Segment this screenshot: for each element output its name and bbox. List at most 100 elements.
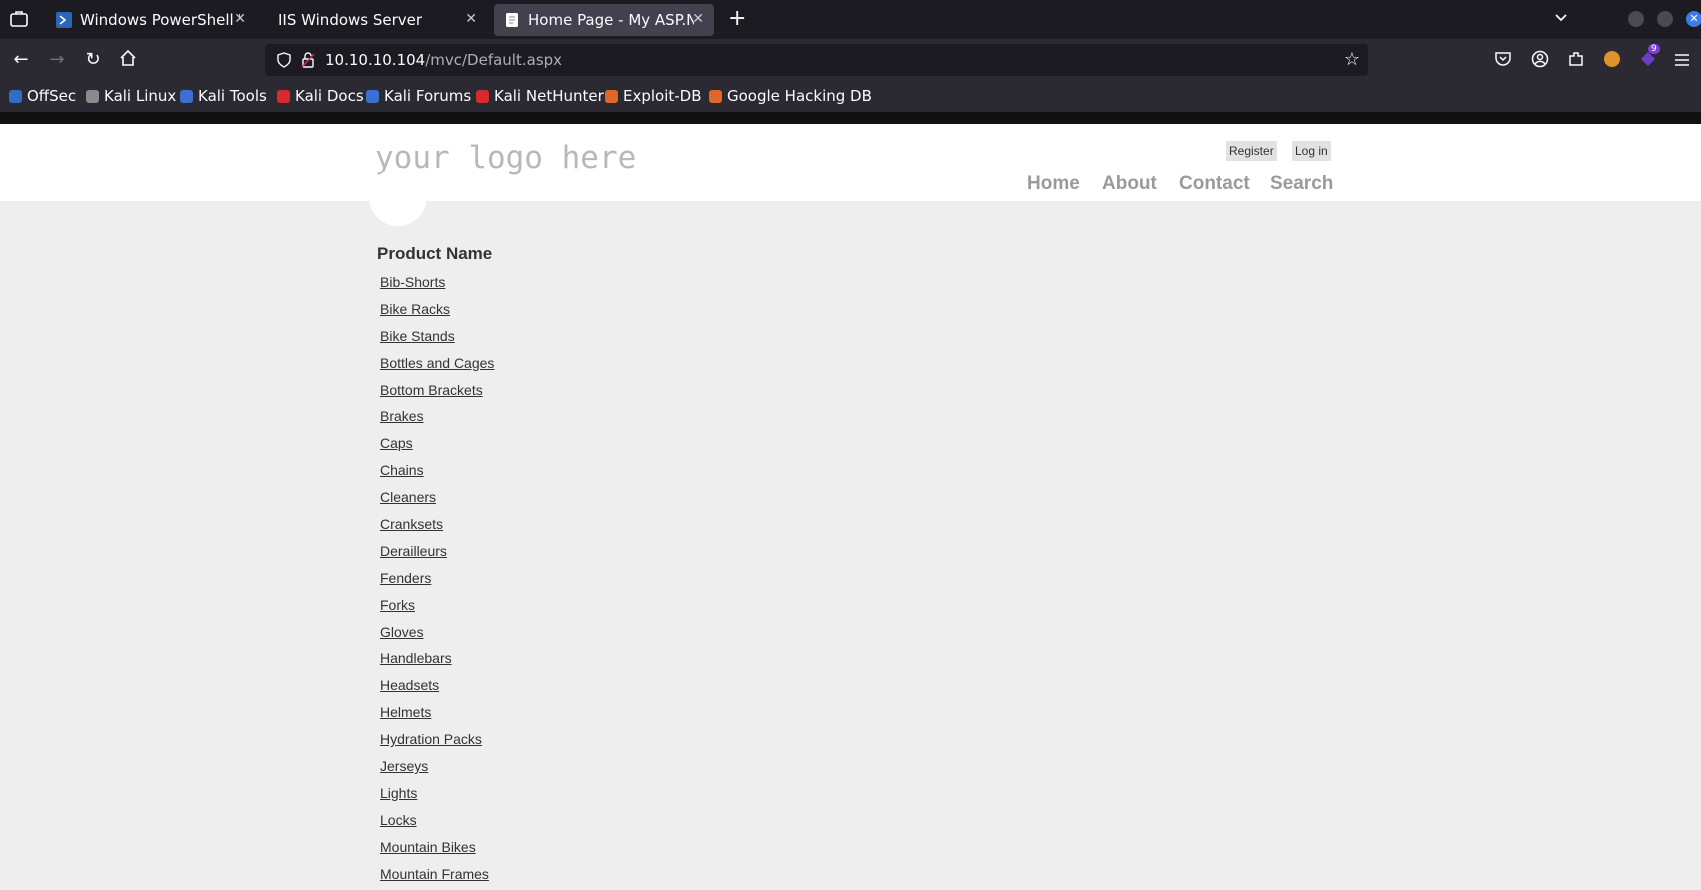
bookmark-kali-docs[interactable]: Kali Docs (277, 87, 364, 105)
bookmark-kali-tools[interactable]: Kali Tools (180, 87, 267, 105)
list-tabs-icon[interactable] (1553, 9, 1569, 29)
product-category-link[interactable]: Headsets (380, 677, 439, 693)
list-item: Headsets (380, 675, 494, 702)
product-category-link[interactable]: Cleaners (380, 489, 436, 505)
list-item: Mountain Frames (380, 864, 494, 890)
minimize-window-icon[interactable] (1628, 11, 1644, 27)
list-item: Bottom Brackets (380, 380, 494, 407)
product-category-link[interactable]: Lights (380, 785, 417, 801)
tab-powershell[interactable]: Windows PowerShell Web Access ✕ (46, 4, 256, 36)
address-bar[interactable]: 10.10.10.104/mvc/Default.aspx ☆ (265, 44, 1368, 76)
maximize-window-icon[interactable] (1657, 11, 1673, 27)
bookmark-label: Kali NetHunter (494, 87, 604, 105)
header-decorative-circle (369, 168, 427, 226)
list-item: Bike Racks (380, 299, 494, 326)
tab-iis[interactable]: IIS Windows Server ✕ (266, 4, 487, 36)
bookmark-label: Exploit-DB (623, 87, 702, 105)
kali-docs-icon (277, 89, 290, 103)
product-category-link[interactable]: Jerseys (380, 758, 428, 774)
forward-icon[interactable]: → (46, 49, 68, 71)
offsec-icon (9, 89, 22, 103)
register-link[interactable]: Register (1226, 141, 1277, 161)
bookmarks-toolbar: OffSec Kali Linux Kali Tools Kali Docs K… (0, 81, 1701, 112)
bookmark-offsec[interactable]: OffSec (9, 87, 76, 105)
hamburger-menu-icon[interactable] (1674, 52, 1690, 71)
kali-nethunter-icon (476, 89, 489, 103)
kali-forums-icon (366, 89, 379, 103)
close-tab-icon[interactable]: ✕ (234, 11, 246, 27)
bookmark-kali-nethunter[interactable]: Kali NetHunter (476, 87, 604, 105)
back-icon[interactable]: ← (10, 49, 32, 71)
bookmark-exploit-db[interactable]: Exploit-DB (605, 87, 702, 105)
product-category-link[interactable]: Derailleurs (380, 543, 447, 559)
insecure-lock-icon[interactable] (300, 52, 316, 72)
site-logo[interactable]: your logo here (375, 140, 636, 176)
list-item: Cleaners (380, 487, 494, 514)
pocket-icon[interactable] (1494, 50, 1512, 72)
product-category-link[interactable]: Handlebars (380, 650, 452, 666)
list-item: Derailleurs (380, 541, 494, 568)
bookmark-kali-forums[interactable]: Kali Forums (366, 87, 471, 105)
close-tab-icon[interactable]: ✕ (692, 11, 704, 27)
bookmark-label: Kali Tools (198, 87, 267, 105)
list-item: Bib-Shorts (380, 272, 494, 299)
page-icon (504, 12, 520, 28)
list-item: Locks (380, 810, 494, 837)
close-window-icon[interactable]: ✕ (1686, 11, 1701, 27)
list-item: Brakes (380, 406, 494, 433)
product-category-link[interactable]: Helmets (380, 704, 431, 720)
product-category-link[interactable]: Locks (380, 812, 417, 828)
tab-label: Home Page - My ASP.NET Application (528, 11, 694, 29)
bookmark-label: OffSec (27, 87, 77, 105)
list-item: Helmets (380, 702, 494, 729)
tab-home-page[interactable]: Home Page - My ASP.NET Application ✕ (494, 4, 714, 36)
list-item: Forks (380, 595, 494, 622)
product-category-link[interactable]: Hydration Packs (380, 731, 482, 747)
extension-badge-icon[interactable]: 9 (1638, 44, 1660, 69)
product-category-link[interactable]: Gloves (380, 624, 424, 640)
kali-tools-icon (180, 89, 193, 103)
tracking-protection-icon[interactable] (276, 52, 292, 72)
product-category-link[interactable]: Brakes (380, 408, 424, 424)
url-text[interactable]: 10.10.10.104/mvc/Default.aspx (325, 51, 562, 69)
nav-about[interactable]: About (1102, 173, 1157, 195)
reload-icon[interactable]: ↻ (82, 49, 104, 71)
nav-contact[interactable]: Contact (1179, 173, 1250, 195)
list-item: Cranksets (380, 514, 494, 541)
close-tab-icon[interactable]: ✕ (465, 11, 477, 27)
login-link[interactable]: Log in (1292, 141, 1331, 161)
bookmark-label: Kali Docs (295, 87, 364, 105)
home-icon[interactable] (117, 49, 139, 71)
product-category-link[interactable]: Cranksets (380, 516, 443, 532)
kali-dragon-icon (86, 89, 99, 103)
bookmark-label: Google Hacking DB (727, 87, 872, 105)
product-category-link[interactable]: Bottom Brackets (380, 382, 483, 398)
product-name-heading: Product Name (377, 244, 493, 263)
account-icon[interactable] (1531, 50, 1549, 72)
product-category-link[interactable]: Forks (380, 597, 415, 613)
list-item: Mountain Bikes (380, 837, 494, 864)
product-category-link[interactable]: Mountain Frames (380, 866, 489, 882)
list-item: Chains (380, 460, 494, 487)
browser-tab-strip: Windows PowerShell Web Access ✕ IIS Wind… (0, 0, 1701, 39)
product-category-link[interactable]: Bottles and Cages (380, 355, 494, 371)
bookmark-kali-linux[interactable]: Kali Linux (86, 87, 176, 105)
bookmark-star-icon[interactable]: ☆ (1344, 49, 1360, 70)
product-category-link[interactable]: Fenders (380, 570, 431, 586)
new-tab-icon[interactable]: + (728, 6, 746, 31)
list-item: Bike Stands (380, 326, 494, 353)
list-item: Lights (380, 783, 494, 810)
product-category-link[interactable]: Bib-Shorts (380, 274, 445, 290)
product-category-link[interactable]: Caps (380, 435, 413, 451)
bookmark-google-hacking-db[interactable]: Google Hacking DB (709, 87, 872, 105)
nav-search[interactable]: Search (1270, 173, 1333, 195)
extensions-icon[interactable] (1567, 50, 1585, 72)
product-category-link[interactable]: Bike Racks (380, 301, 450, 317)
google-hacking-db-icon (709, 89, 722, 103)
nav-home[interactable]: Home (1027, 173, 1080, 195)
product-category-link[interactable]: Chains (380, 462, 424, 478)
product-category-link[interactable]: Mountain Bikes (380, 839, 476, 855)
cookie-extension-icon[interactable] (1604, 51, 1620, 67)
product-category-link[interactable]: Bike Stands (380, 328, 455, 344)
app-menu-icon[interactable] (9, 9, 29, 29)
